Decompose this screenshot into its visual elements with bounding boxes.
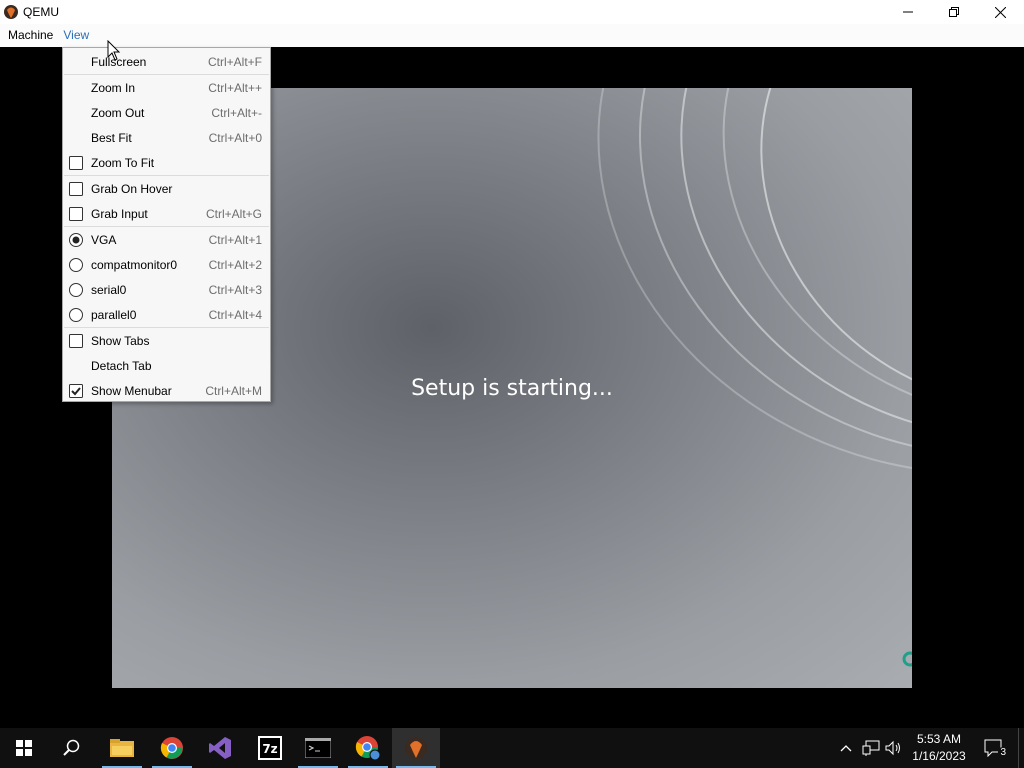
taskbar-file-explorer[interactable] — [98, 728, 146, 768]
menu-view[interactable]: View — [59, 24, 93, 47]
7zip-icon: 7z — [258, 736, 282, 760]
menu-item-shortcut: Ctrl+Alt+- — [211, 105, 262, 120]
menu-item-shortcut: Ctrl+Alt+F — [207, 54, 262, 69]
menu-item-shortcut: Ctrl+Alt+0 — [208, 130, 262, 145]
start-icon — [16, 740, 32, 756]
clock-date: 1/16/2023 — [912, 749, 966, 763]
tray-overflow-button[interactable] — [836, 738, 856, 758]
tray-network[interactable] — [861, 738, 881, 758]
taskbar-visual-studio[interactable] — [196, 728, 244, 768]
qemu-app-icon — [3, 4, 19, 20]
restore-icon — [949, 7, 959, 17]
menu-item-label: Grab On Hover — [91, 181, 173, 196]
svg-text:7z: 7z — [262, 742, 277, 756]
menu-item-label: VGA — [91, 232, 117, 247]
chevron-up-icon — [840, 745, 852, 752]
tray-clock[interactable]: 5:53 AM 1/16/2023 — [906, 731, 972, 765]
menu-bar: Machine View — [0, 24, 1024, 47]
taskbar: 7z 5:53 AM 1/16/2023 3 — [0, 728, 1024, 768]
menu-item-label: compatmonitor0 — [91, 257, 178, 272]
radio-unselected-icon — [69, 257, 83, 272]
terminal-icon — [305, 738, 331, 758]
start-button[interactable] — [0, 728, 48, 768]
menu-item-zoom-to-fit[interactable]: Zoom To Fit — [63, 150, 270, 175]
menu-item-label: serial0 — [91, 282, 127, 297]
menu-item-shortcut: Ctrl+Alt+2 — [208, 257, 262, 272]
radio-selected-icon — [69, 232, 83, 247]
menu-item-parallel0[interactable]: parallel0 Ctrl+Alt+4 — [63, 302, 270, 327]
minimize-button[interactable] — [885, 0, 931, 24]
menu-item-grab-on-hover[interactable]: Grab On Hover — [63, 176, 270, 201]
menu-item-shortcut: Ctrl+Alt+4 — [208, 307, 262, 322]
checkbox-unchecked-icon — [69, 206, 83, 221]
chrome-icon — [160, 737, 183, 759]
window-title: QEMU — [23, 5, 59, 19]
checkbox-checked-icon — [69, 383, 83, 398]
taskbar-qemu[interactable] — [392, 728, 440, 768]
title-bar[interactable]: QEMU — [0, 0, 1024, 24]
search-button[interactable] — [48, 728, 96, 768]
busy-spinner-icon — [902, 651, 912, 667]
menu-item-label: Zoom To Fit — [91, 155, 155, 170]
clock-time: 5:53 AM — [916, 732, 962, 746]
menu-item-label: Zoom Out — [91, 105, 145, 120]
file-explorer-icon — [110, 739, 134, 757]
menu-item-show-menubar[interactable]: Show Menubar Ctrl+Alt+M — [63, 378, 270, 403]
mouse-cursor-icon — [107, 39, 121, 62]
network-icon — [862, 740, 880, 756]
show-desktop-button[interactable] — [1018, 728, 1024, 768]
menu-item-detach-tab[interactable]: Detach Tab — [63, 353, 270, 378]
close-button[interactable] — [977, 0, 1023, 24]
menu-item-label: Detach Tab — [91, 358, 152, 373]
qemu-icon — [405, 737, 427, 759]
menu-item-vga[interactable]: VGA Ctrl+Alt+1 — [63, 227, 270, 252]
menu-item-label: Best Fit — [91, 130, 132, 145]
volume-icon — [885, 740, 900, 756]
taskbar-chrome-alt[interactable] — [344, 728, 392, 768]
menu-item-label: Show Tabs — [91, 333, 150, 348]
menu-item-fullscreen[interactable]: Fullscreen Ctrl+Alt+F — [63, 49, 270, 74]
menu-item-best-fit[interactable]: Best Fit Ctrl+Alt+0 — [63, 125, 270, 150]
checkbox-unchecked-icon — [69, 333, 83, 348]
checkbox-unchecked-icon — [69, 155, 83, 170]
menu-item-shortcut: Ctrl+Alt+M — [205, 383, 262, 398]
taskbar-chrome[interactable] — [148, 728, 196, 768]
menu-item-serial0[interactable]: serial0 Ctrl+Alt+3 — [63, 277, 270, 302]
menu-item-shortcut: Ctrl+Alt+1 — [208, 232, 262, 247]
menu-item-zoom-in[interactable]: Zoom In Ctrl+Alt++ — [63, 75, 270, 100]
menu-item-shortcut: Ctrl+Alt++ — [208, 80, 262, 95]
restore-button[interactable] — [931, 0, 977, 24]
radio-unselected-icon — [69, 307, 83, 322]
minimize-icon — [903, 11, 913, 13]
menu-item-grab-input[interactable]: Grab Input Ctrl+Alt+G — [63, 201, 270, 226]
menu-item-zoom-out[interactable]: Zoom Out Ctrl+Alt+- — [63, 100, 270, 125]
tray-volume[interactable] — [884, 738, 904, 758]
menu-item-compatmonitor0[interactable]: compatmonitor0 Ctrl+Alt+2 — [63, 252, 270, 277]
menu-item-shortcut: Ctrl+Alt+G — [205, 206, 262, 221]
menu-machine[interactable]: Machine — [4, 24, 57, 47]
radio-unselected-icon — [69, 282, 83, 297]
chrome-alt-icon — [355, 736, 381, 761]
menu-item-label: parallel0 — [91, 307, 137, 322]
action-center-button[interactable]: 3 — [982, 738, 1008, 758]
close-icon — [994, 6, 1006, 18]
menu-item-label: Show Menubar — [91, 383, 172, 398]
view-dropdown-menu: Fullscreen Ctrl+Alt+F Zoom In Ctrl+Alt++… — [62, 47, 271, 402]
search-icon — [63, 739, 80, 756]
menu-item-shortcut: Ctrl+Alt+3 — [208, 282, 262, 297]
menu-item-show-tabs[interactable]: Show Tabs — [63, 328, 270, 353]
checkbox-unchecked-icon — [69, 181, 83, 196]
menu-item-label: Grab Input — [91, 206, 148, 221]
notification-count-badge: 3 — [998, 747, 1008, 758]
menu-item-label: Zoom In — [91, 80, 136, 95]
taskbar-terminal[interactable] — [294, 728, 342, 768]
taskbar-7zip[interactable]: 7z — [246, 728, 294, 768]
visual-studio-icon — [209, 737, 231, 759]
